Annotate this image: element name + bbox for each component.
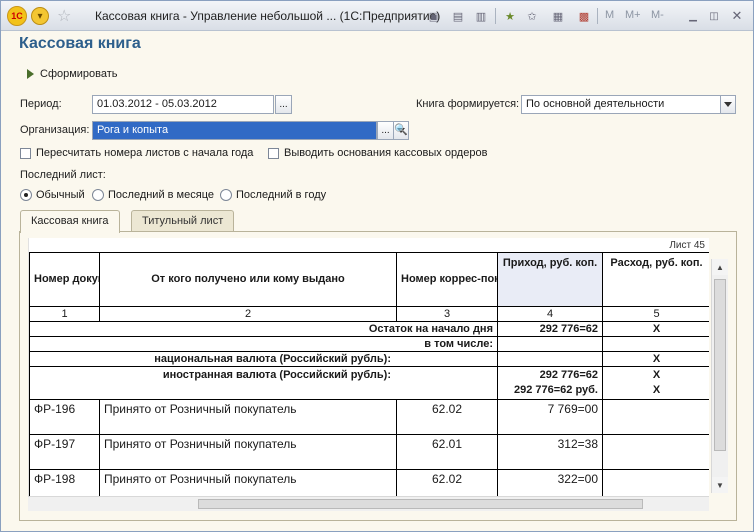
table-row: ФР-196 Принято от Розничный покупатель 6… (29, 399, 709, 435)
spreadsheet-document[interactable]: Лист 45 Номер документа От кого получено… (28, 238, 709, 496)
window-title: Кассовая книга - Управление небольшой ..… (95, 9, 441, 23)
column-number-row: 1 2 3 4 5 (29, 306, 709, 322)
organization-label: Организация: (20, 124, 90, 136)
including-row: в том числе: (29, 336, 709, 352)
search-icon[interactable]: 🔍 (393, 121, 409, 140)
app-window: 1C ▾ ☆ Кассовая книга - Управление небол… (0, 0, 754, 532)
row-income: 322=00 (497, 469, 603, 496)
row-account: 62.01 (396, 434, 498, 470)
show-basis-checkbox[interactable]: Выводить основания кассовых ордеров (268, 147, 487, 159)
table-row: ФР-197 Принято от Розничный покупатель 6… (29, 434, 709, 470)
organization-field[interactable]: Рога и копыта (92, 121, 377, 140)
row-doc: ФР-198 (29, 469, 100, 496)
chevron-down-icon[interactable] (720, 95, 736, 114)
period-field[interactable]: 01.03.2012 - 05.03.2012 (92, 95, 274, 114)
row-account: 62.02 (396, 469, 498, 496)
opening-balance-label: Остаток на начало дня (29, 321, 498, 337)
generate-button[interactable]: Сформировать (27, 68, 118, 80)
book-mode-label: Книга формируется: (416, 98, 520, 110)
table-row: ФР-198 Принято от Розничный покупатель 6… (29, 469, 709, 496)
row-income: 312=38 (497, 434, 603, 470)
row-party: Принято от Розничный покупатель (99, 434, 397, 470)
memory-mminus-button[interactable]: M- (651, 9, 664, 21)
header-party: От кого получено или кому выдано (99, 252, 397, 307)
national-currency-label: национальная валюта (Российский рубль): (29, 351, 498, 367)
row-party: Принято от Розничный покупатель (99, 399, 397, 435)
cash-book-table: Номер документа От кого получено или ком… (29, 252, 709, 496)
tab-cash-book[interactable]: Кассовая книга (20, 210, 120, 233)
preview-icon[interactable]: ▥ (472, 7, 490, 25)
calculator-icon[interactable]: ▦ (549, 7, 567, 25)
foreign-income-1: 292 776=62 (539, 369, 598, 381)
toolbar-separator (495, 8, 496, 24)
show-basis-label: Выводить основания кассовых ордеров (284, 147, 488, 159)
header-expense: Расход, руб. коп. (602, 252, 709, 307)
last-sheet-label: Последний лист: (20, 169, 106, 181)
generate-label: Сформировать (40, 68, 118, 80)
radio-last-in-year[interactable]: Последний в году (220, 189, 326, 201)
save-icon[interactable]: ▣ (425, 7, 443, 25)
row-expense (602, 469, 709, 496)
tab-title-page[interactable]: Титульный лист (131, 210, 235, 232)
recalc-sheets-checkbox[interactable]: Пересчитать номера листов с начала года (20, 147, 253, 159)
radio-normal[interactable]: Обычный (20, 189, 85, 201)
main-menu-icon[interactable]: ▾ (31, 7, 49, 25)
play-icon (27, 69, 34, 79)
close-icon[interactable]: ✕ (728, 7, 746, 25)
table-header-row: Номер документа От кого получено или ком… (29, 252, 709, 307)
opening-balance-row: Остаток на начало дня 292 776=62 X (29, 321, 709, 337)
header-account: Номер коррес-пондирующего счета, субсчет… (396, 252, 498, 307)
foreign-income-2: 292 776=62 руб. (513, 384, 598, 396)
app-logo-icon[interactable]: 1C (7, 6, 27, 26)
scroll-thumb[interactable] (198, 499, 643, 509)
row-doc: ФР-196 (29, 399, 100, 435)
recalc-sheets-label: Пересчитать номера листов с начала года (36, 147, 254, 159)
radio-last-in-month[interactable]: Последний в месяце (92, 189, 214, 201)
foreign-expense-1: X (652, 369, 661, 381)
maximize-icon[interactable]: ◫ (705, 7, 723, 25)
memory-mplus-button[interactable]: M+ (625, 9, 641, 21)
title-bar: 1C ▾ ☆ Кассовая книга - Управление небол… (1, 1, 753, 31)
including-label: в том числе: (29, 336, 498, 352)
bookmark-icon[interactable]: ✩ (523, 7, 541, 25)
period-label: Период: (20, 98, 62, 110)
row-party: Принято от Розничный покупатель (99, 469, 397, 496)
sheet-number: Лист 45 (669, 240, 705, 251)
row-expense (602, 434, 709, 470)
opening-expense: X (602, 321, 709, 337)
organization-select-button[interactable]: ... (377, 121, 394, 140)
book-mode-select[interactable]: По основной деятельности (521, 95, 721, 114)
row-income: 7 769=00 (497, 399, 603, 435)
foreign-currency-label: иностранная валюта (Российский рубль): (29, 366, 498, 400)
national-currency-row: национальная валюта (Российский рубль): … (29, 351, 709, 367)
add-favorite-icon[interactable]: ★ (501, 7, 519, 25)
calendar-icon[interactable]: ▩ (575, 7, 593, 25)
print-icon[interactable]: ▤ (449, 7, 467, 25)
page-title: Кассовая книга (19, 35, 141, 52)
opening-income: 292 776=62 (497, 321, 603, 337)
favorites-star-icon[interactable]: ☆ (57, 6, 71, 26)
header-doc-number: Номер документа (29, 252, 100, 307)
minimize-icon[interactable]: ▁ (684, 7, 702, 25)
row-expense (602, 399, 709, 435)
horizontal-scrollbar[interactable] (28, 496, 709, 511)
scroll-thumb[interactable] (714, 279, 726, 451)
row-doc: ФР-197 (29, 434, 100, 470)
scroll-up-icon[interactable]: ▲ (712, 259, 728, 275)
memory-m-button[interactable]: M (605, 9, 614, 21)
row-account: 62.02 (396, 399, 498, 435)
toolbar-separator (597, 8, 598, 24)
national-expense: X (602, 351, 709, 367)
scroll-down-icon[interactable]: ▼ (712, 477, 728, 493)
vertical-scrollbar[interactable]: ▲ ▼ (711, 259, 728, 493)
foreign-currency-row: иностранная валюта (Российский рубль): 2… (29, 366, 709, 400)
header-income: Приход, руб. коп. (497, 252, 603, 307)
foreign-expense-2: X (652, 384, 661, 396)
period-select-button[interactable]: ... (275, 95, 292, 114)
